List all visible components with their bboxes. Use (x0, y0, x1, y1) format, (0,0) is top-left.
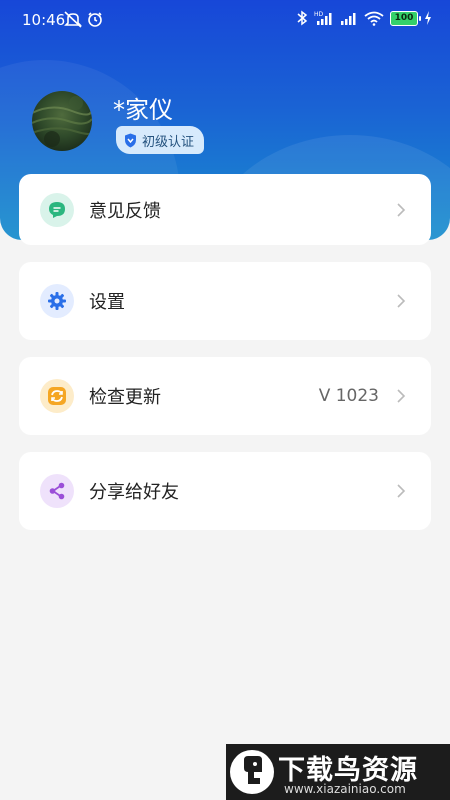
charging-icon (425, 11, 431, 25)
menu-item-label: 分享给好友 (89, 482, 179, 503)
signal-hd-icon: HD (314, 11, 332, 25)
gear-icon (40, 284, 74, 318)
share-icon (40, 474, 74, 508)
menu-item-share[interactable]: 分享给好友 (19, 452, 431, 530)
watermark-logo (230, 750, 274, 794)
watermark-url: www.xiazainiao.com (284, 782, 406, 796)
chevron-right-icon (397, 294, 406, 308)
wifi-icon (364, 11, 384, 26)
version-value: V 1023 (318, 386, 379, 406)
feedback-icon (40, 192, 74, 227)
status-bar: 10:46 HD 100 (0, 0, 450, 42)
verification-badge: 初级认证 (116, 126, 205, 154)
menu-item-check-update[interactable]: 检查更新 V 1023 (19, 357, 431, 435)
status-time: 10:46 (22, 11, 66, 29)
menu-item-settings[interactable]: 设置 (19, 262, 431, 340)
update-icon (40, 379, 74, 413)
svg-text:HD: HD (314, 11, 324, 18)
badge-label: 初级认证 (142, 134, 195, 150)
status-icons-left (64, 10, 106, 32)
menu-item-feedback[interactable]: 意见反馈 (19, 174, 431, 245)
user-name: *家仪 (113, 96, 173, 124)
avatar[interactable] (32, 91, 92, 151)
battery-icon: 100 (390, 10, 421, 26)
menu-item-label: 检查更新 (89, 387, 161, 408)
watermark-banner: 下载鸟资源 www.xiazainiao.com (226, 744, 450, 800)
chevron-right-icon (397, 389, 406, 403)
menu-item-label: 设置 (89, 292, 125, 313)
status-icons-right: HD 100 (296, 10, 432, 26)
alarm-icon (88, 12, 102, 27)
menu-item-label: 意见反馈 (89, 200, 161, 222)
chevron-right-icon (397, 202, 406, 217)
bluetooth-icon (297, 10, 308, 26)
chevron-right-icon (397, 484, 406, 498)
signal-icon (341, 13, 356, 25)
mute-icon (64, 11, 82, 28)
shield-icon (125, 133, 136, 147)
